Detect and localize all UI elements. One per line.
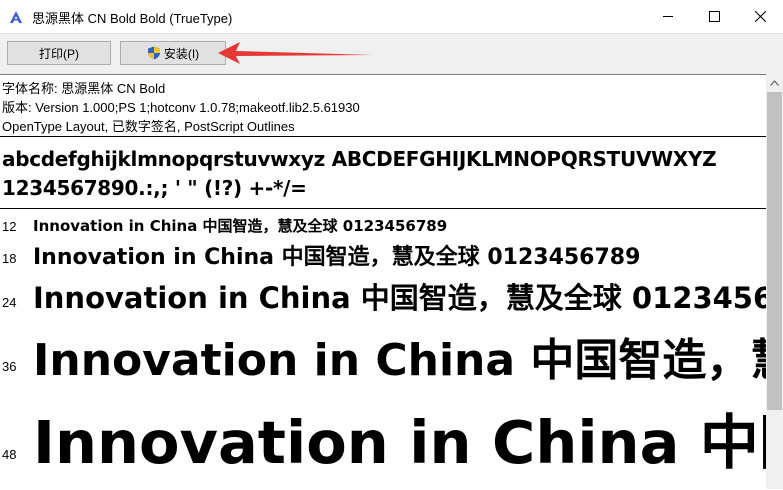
sample-text: Innovation in China 中国智造，慧及全球 0123456789 bbox=[33, 217, 448, 235]
sample-text: Innovation in China 中国智造，慧及全球 0123456789 bbox=[33, 281, 766, 315]
charset-preview: abcdefghijklmnopqrstuvwxyz ABCDEFGHIJKLM… bbox=[2, 145, 717, 203]
install-button-label: 安装(I) bbox=[163, 46, 200, 61]
close-button[interactable] bbox=[737, 0, 783, 32]
scroll-up-button[interactable] bbox=[766, 74, 783, 91]
window-title: 思源黑体 CN Bold Bold (TrueType) bbox=[32, 11, 233, 26]
font-preview-pane: 字体名称: 思源黑体 CN Bold 版本: Version 1.000;PS … bbox=[0, 74, 766, 490]
chevron-up-icon bbox=[770, 79, 779, 86]
sample-size-label: 36 bbox=[2, 359, 17, 374]
font-name-line: 字体名称: 思源黑体 CN Bold bbox=[2, 81, 166, 96]
sample-size-label: 24 bbox=[2, 295, 17, 310]
sample-text: Innovation in China 中国智造，慧及全球 0123456789 bbox=[33, 335, 766, 386]
install-button[interactable]: 安装(I) bbox=[120, 41, 226, 65]
close-icon bbox=[754, 10, 766, 22]
title-bar: 思源黑体 CN Bold Bold (TrueType) bbox=[0, 0, 783, 33]
sample-text: Innovation in China 中国智造，慧及全球 0123456789 bbox=[33, 245, 641, 270]
print-button-label: 打印(P) bbox=[39, 46, 79, 61]
font-info: 字体名称: 思源黑体 CN Bold 版本: Version 1.000;PS … bbox=[2, 79, 360, 136]
sample-size-label: 18 bbox=[2, 251, 17, 266]
annotation-arrow bbox=[218, 42, 373, 64]
font-a-icon bbox=[10, 11, 22, 23]
print-button[interactable]: 打印(P) bbox=[7, 41, 111, 65]
maximize-icon bbox=[708, 10, 720, 22]
sample-size-label: 48 bbox=[2, 447, 17, 462]
uac-shield-icon bbox=[147, 46, 160, 60]
minimize-icon bbox=[662, 15, 673, 17]
charset-digits: 1234567890.:,; ' " (!?) +-*/= bbox=[2, 176, 307, 200]
minimize-button[interactable] bbox=[645, 0, 691, 32]
vertical-scrollbar[interactable] bbox=[766, 74, 783, 489]
sample-size-label: 12 bbox=[2, 219, 17, 234]
divider bbox=[0, 136, 766, 137]
maximize-button[interactable] bbox=[691, 0, 737, 32]
divider bbox=[0, 208, 766, 209]
toolbar: 打印(P) 安装(I) bbox=[0, 33, 783, 75]
scroll-thumb[interactable] bbox=[767, 92, 782, 410]
font-features-line: OpenType Layout, 已数字签名, PostScript Outli… bbox=[2, 119, 295, 134]
charset-letters: abcdefghijklmnopqrstuvwxyz ABCDEFGHIJKLM… bbox=[2, 147, 717, 171]
font-version-line: 版本: Version 1.000;PS 1;hotconv 1.0.78;ma… bbox=[2, 100, 360, 115]
sample-text: Innovation in China 中国智造，慧及全球 0123456789 bbox=[33, 408, 766, 477]
